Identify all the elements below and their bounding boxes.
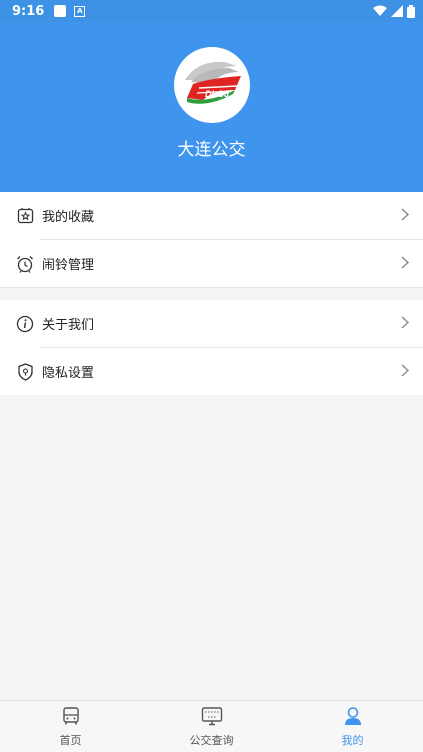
- monitor-search-icon: [201, 706, 223, 730]
- status-time: 9:16: [12, 3, 45, 19]
- divider: [0, 287, 423, 288]
- tab-label: 我的: [341, 733, 364, 747]
- chevron-right-icon: [401, 254, 410, 273]
- menu-item-label: 关于我们: [42, 318, 95, 333]
- menu-item-privacy[interactable]: 隐私设置: [0, 348, 423, 395]
- menu-item-favorites[interactable]: 我的收藏: [0, 192, 423, 239]
- tab-mine[interactable]: 我的: [282, 701, 423, 752]
- menu-item-label: 我的收藏: [42, 210, 95, 225]
- app-name: 大连公交: [177, 140, 246, 160]
- alarm-clock-icon: [16, 255, 34, 273]
- favorites-star-icon: [16, 207, 34, 225]
- tab-bus-query[interactable]: 公交查询: [141, 701, 282, 752]
- wifi-icon: [373, 5, 387, 16]
- menu-item-label: 隐私设置: [42, 366, 95, 381]
- status-bar: 9:16 A: [0, 0, 423, 22]
- signal-icon: [391, 5, 403, 17]
- menu-group-2: 关于我们 隐私设置: [0, 300, 423, 395]
- notification-square-icon: [54, 5, 67, 17]
- chevron-right-icon: [401, 314, 410, 333]
- menu-item-alarm[interactable]: 闹铃管理: [0, 240, 423, 287]
- a-badge-icon: A: [74, 5, 86, 17]
- tab-label: 首页: [59, 733, 82, 747]
- menu-item-label: 闹铃管理: [42, 258, 95, 273]
- info-icon: [16, 315, 34, 333]
- dlgj-logo-icon: DLGJ: [177, 51, 246, 119]
- chevron-right-icon: [401, 362, 410, 381]
- privacy-shield-icon: [16, 362, 34, 381]
- tab-home[interactable]: 首页: [0, 701, 141, 752]
- menu-group-1: 我的收藏 闹铃管理: [0, 192, 423, 288]
- menu-item-about[interactable]: 关于我们: [0, 300, 423, 347]
- person-icon: [343, 706, 363, 730]
- chevron-right-icon: [401, 206, 410, 225]
- profile-header: DLGJ 大连公交: [0, 22, 423, 192]
- tab-label: 公交查询: [189, 733, 234, 747]
- logo-lettering: DLGJ: [205, 89, 230, 99]
- bus-icon: [61, 706, 81, 730]
- battery-icon: [407, 4, 415, 18]
- bottom-nav: 首页 公交查询 我的: [0, 700, 423, 752]
- app-logo: DLGJ: [173, 47, 250, 123]
